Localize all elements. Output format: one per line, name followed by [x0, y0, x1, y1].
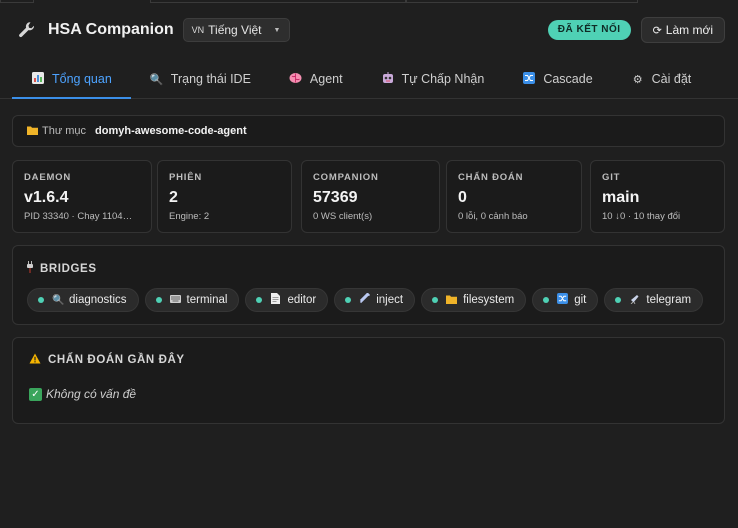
stat-card-sessions: PHIÊN 2 Engine: 2: [157, 160, 292, 233]
bridge-chip-diagnostics[interactable]: 🔍 diagnostics: [27, 288, 139, 312]
tab-ide-status[interactable]: 🔍 Trạng thái IDE: [131, 60, 270, 98]
folder-label: Thư mục: [42, 125, 87, 137]
bridges-title: BRIDGES: [40, 262, 97, 275]
tab-label: Tổng quan: [52, 72, 112, 86]
tab-label: Agent: [309, 72, 343, 86]
folder-icon: [446, 294, 458, 307]
brain-icon: [289, 72, 303, 87]
bridge-label: inject: [376, 294, 404, 306]
chart-icon: [31, 71, 45, 87]
no-issues-text: Không có vấn đề: [46, 387, 137, 401]
workspace-folder: Thư mục domyh-awesome-code-agent: [12, 115, 725, 147]
stat-card-git: GIT main 10 ↓0 · 10 thay đổi: [590, 160, 725, 233]
tab-label: Cài đặt: [651, 72, 692, 86]
syringe-icon: [359, 292, 371, 307]
stat-value: 2: [169, 189, 178, 206]
gear-icon: ⚙: [632, 73, 643, 86]
tab-label: Cascade: [543, 72, 593, 86]
tab-bar: Tổng quan 🔍 Trạng thái IDE Agent Tự Chấp…: [0, 60, 738, 99]
refresh-button[interactable]: ⟳ Làm mới: [640, 17, 725, 43]
stat-label: GIT: [602, 172, 621, 183]
bridge-list: 🔍 diagnostics terminal editor inject fil…: [27, 288, 710, 312]
plug-icon: [27, 261, 33, 276]
language-code: VN: [191, 25, 205, 35]
stat-value: 57369: [313, 189, 358, 206]
stat-card-companion: COMPANION 57369 0 WS client(s): [301, 160, 440, 233]
stat-sub: 0 WS client(s): [313, 211, 373, 222]
tab-agent[interactable]: Agent: [270, 60, 362, 98]
refresh-label: Làm mới: [665, 23, 713, 37]
bridge-chip-git[interactable]: git: [532, 288, 599, 312]
no-issues-message: ✓ Không có vấn đề: [29, 387, 708, 401]
magnifier-icon: 🔍: [52, 294, 65, 306]
shuffle-icon: [557, 293, 569, 307]
document-icon: [270, 293, 281, 307]
wrench-icon: [16, 19, 38, 41]
check-icon: ✓: [29, 387, 42, 401]
app-title: HSA Companion: [48, 21, 174, 38]
bridge-label: terminal: [186, 294, 228, 306]
stat-value: main: [602, 189, 640, 206]
section-title: CHẨN ĐOÁN GẦN ĐÂY: [29, 353, 708, 367]
bridge-chip-telegram[interactable]: telegram: [604, 288, 704, 312]
header: HSA Companion VN Tiếng Việt ▼ ĐÃ KẾT NỐI…: [0, 0, 738, 60]
status-dot: [38, 297, 44, 303]
stat-sub: 0 lỗi, 0 cảnh báo: [458, 211, 528, 222]
stat-label: COMPANION: [313, 172, 379, 183]
chevron-down-icon: ▼: [273, 26, 281, 34]
shuffle-icon: [522, 71, 536, 87]
stat-label: DAEMON: [24, 172, 72, 183]
status-dot: [543, 297, 550, 303]
keyboard-icon: [169, 294, 181, 306]
status-dot: [615, 297, 622, 303]
section-title: BRIDGES: [27, 261, 710, 276]
stat-card-diagnostics: CHẨN ĐOÁN 0 0 lỗi, 0 cảnh báo: [446, 160, 582, 233]
language-label: Tiếng Việt: [208, 23, 262, 37]
bridge-chip-editor[interactable]: editor: [245, 288, 329, 312]
warning-icon: [29, 353, 41, 367]
folder-value: domyh-awesome-code-agent: [95, 125, 247, 137]
stat-sub: 10 ↓0 · 10 thay đổi: [602, 211, 681, 222]
status-dot: [345, 297, 352, 303]
bridge-label: editor: [287, 294, 317, 306]
bridges-panel: BRIDGES 🔍 diagnostics terminal editor in…: [12, 245, 725, 325]
folder-icon: [27, 125, 38, 138]
tab-overview[interactable]: Tổng quan: [12, 60, 131, 99]
tab-cascade[interactable]: Cascade: [503, 60, 611, 98]
bridge-chip-filesystem[interactable]: filesystem: [421, 288, 527, 312]
telescope-icon: [629, 293, 640, 307]
stat-value: 0: [458, 189, 467, 206]
bridge-label: diagnostics: [69, 294, 127, 306]
tab-label: Trạng thái IDE: [170, 72, 251, 86]
connection-status-badge: ĐÃ KẾT NỐI: [547, 20, 631, 40]
diagnostics-title: CHẨN ĐOÁN GẦN ĐÂY: [48, 354, 185, 366]
bridge-label: git: [574, 294, 587, 306]
bridge-label: filesystem: [463, 294, 515, 306]
tab-auto-accept[interactable]: Tự Chấp Nhận: [362, 60, 504, 98]
stat-sub: Engine: 2: [169, 211, 210, 222]
robot-icon: [381, 71, 395, 87]
bridge-chip-inject[interactable]: inject: [334, 288, 416, 312]
bridge-label: telegram: [646, 294, 692, 306]
language-select[interactable]: VN Tiếng Việt ▼: [182, 18, 291, 42]
tab-label: Tự Chấp Nhận: [401, 72, 485, 86]
recent-diagnostics-panel: CHẨN ĐOÁN GẦN ĐÂY ✓ Không có vấn đề: [12, 337, 725, 424]
stat-value: v1.6.4: [24, 189, 69, 206]
stat-label: CHẨN ĐOÁN: [458, 172, 524, 183]
status-dot: [432, 297, 439, 303]
status-dot: [155, 297, 162, 303]
tab-settings[interactable]: ⚙ Cài đặt: [612, 60, 711, 98]
stat-sub: PID 33340 · Chạy 1104…: [24, 211, 133, 222]
bridge-chip-terminal[interactable]: terminal: [144, 288, 240, 312]
magnifier-icon: 🔍: [149, 73, 164, 86]
stat-card-daemon: DAEMON v1.6.4 PID 33340 · Chạy 1104…: [12, 160, 152, 233]
status-dot: [256, 297, 263, 303]
stat-label: PHIÊN: [169, 172, 203, 183]
refresh-icon: ⟳: [652, 24, 662, 37]
